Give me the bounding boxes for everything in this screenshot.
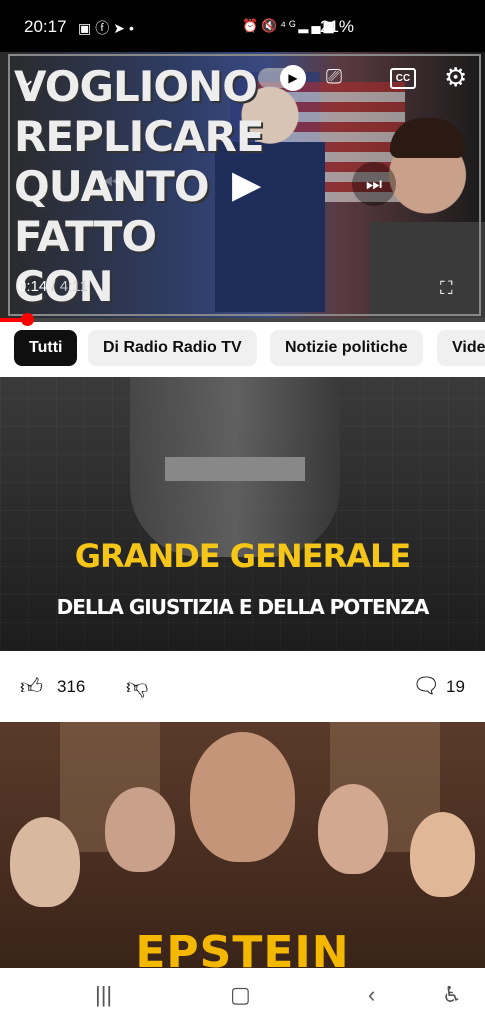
autoplay-toggle[interactable]: ▶ (258, 65, 306, 91)
gear-icon[interactable]: ⚙ (444, 62, 467, 93)
dot-icon: • (128, 20, 138, 36)
duration: 4:11 (59, 278, 88, 295)
facebook-icon: ⓕ (95, 20, 114, 36)
person-face (318, 784, 388, 874)
uniform-belt (165, 457, 305, 481)
cast-icon[interactable]: ⎚ (326, 66, 342, 89)
system-nav-bar: ||| ▢ ‹ ♿︎ (0, 968, 485, 1023)
like-count: 316 (57, 677, 86, 696)
video-player[interactable]: VOGLIONO REPLICARE QUANTO FATTO CON LA R… (0, 52, 485, 320)
overlay-title-line: REPLICARE (14, 112, 265, 161)
play-icon[interactable]: ▶ (232, 162, 261, 207)
progress-scrubber[interactable] (21, 313, 35, 326)
video-thumbnail[interactable]: EPSTEIN (0, 722, 485, 968)
person-face (190, 732, 295, 862)
previous-icon[interactable]: ⏮ (100, 170, 122, 198)
time-separator: / (47, 278, 60, 295)
filter-chips: Tutti Di Radio Radio TV Notizie politich… (0, 330, 485, 370)
alarm-icon: ⏰ (242, 18, 262, 33)
next-icon[interactable]: ⏭ (352, 162, 396, 206)
video-thumbnail[interactable]: GRANDE GENERALE DELLA GIUSTIZIA E DELLA … (0, 377, 485, 651)
person-face (105, 787, 175, 872)
chip-radio-radio-tv[interactable]: Di Radio Radio TV (88, 330, 257, 366)
mute-icon: 🔇 (261, 18, 281, 33)
4g-icon: ⁴ᴳ (280, 18, 299, 33)
thumbnail-headline: GRANDE GENERALE (74, 537, 411, 575)
captions-icon[interactable]: CC (390, 68, 416, 89)
chip-tutti[interactable]: Tutti (14, 330, 78, 366)
minimize-chevron-icon[interactable]: ⌄ (18, 66, 36, 92)
recent-apps-icon[interactable]: ||| (95, 982, 112, 1008)
thumbnail-headline: EPSTEIN (135, 927, 350, 968)
comment-count: 19 (446, 677, 465, 696)
chip-video[interactable]: Vide (437, 330, 485, 366)
accessibility-icon[interactable]: ♿︎ (442, 982, 462, 1008)
telegram-icon: ➤ (113, 20, 129, 36)
status-time: 20:17 (24, 17, 67, 36)
action-row: 👍︎ 316 👎︎ 🗨︎ 19 (0, 651, 485, 721)
notification-icons: ▣ⓕ➤• (78, 18, 138, 38)
back-icon[interactable]: ‹ (368, 982, 375, 1008)
image-icon: ▣ (78, 20, 96, 36)
overlay-title-line: QUANTO (14, 162, 210, 211)
overlay-title-line: VOGLIONO (14, 62, 258, 111)
progress-bar[interactable] (0, 313, 485, 326)
battery-level: 21% (320, 17, 355, 36)
thumbnail-subheadline: DELLA GIUSTIZIA E DELLA POTENZA (56, 595, 430, 619)
comment-icon[interactable]: 🗨︎ (412, 673, 440, 699)
thumbs-up-icon[interactable]: 👍︎ (20, 673, 43, 700)
current-time: 0:14 (18, 278, 48, 295)
person-face (10, 817, 80, 907)
home-icon[interactable]: ▢ (230, 982, 251, 1008)
chip-notizie-politiche[interactable]: Notizie politiche (270, 330, 423, 366)
status-bar: 20:17 ▣ⓕ➤• ⏰🔇⁴ᴳ▂▄▆ 21% (0, 0, 485, 52)
thumbs-down-icon[interactable]: 👎︎ (126, 673, 148, 700)
fullscreen-icon[interactable]: ⛶ (440, 278, 453, 299)
person-face (410, 812, 475, 897)
play-icon: ▶ (280, 65, 306, 91)
video-timecode: 0:14 / 4:11 (18, 278, 88, 295)
overlay-title-line: FATTO CON (14, 212, 157, 311)
